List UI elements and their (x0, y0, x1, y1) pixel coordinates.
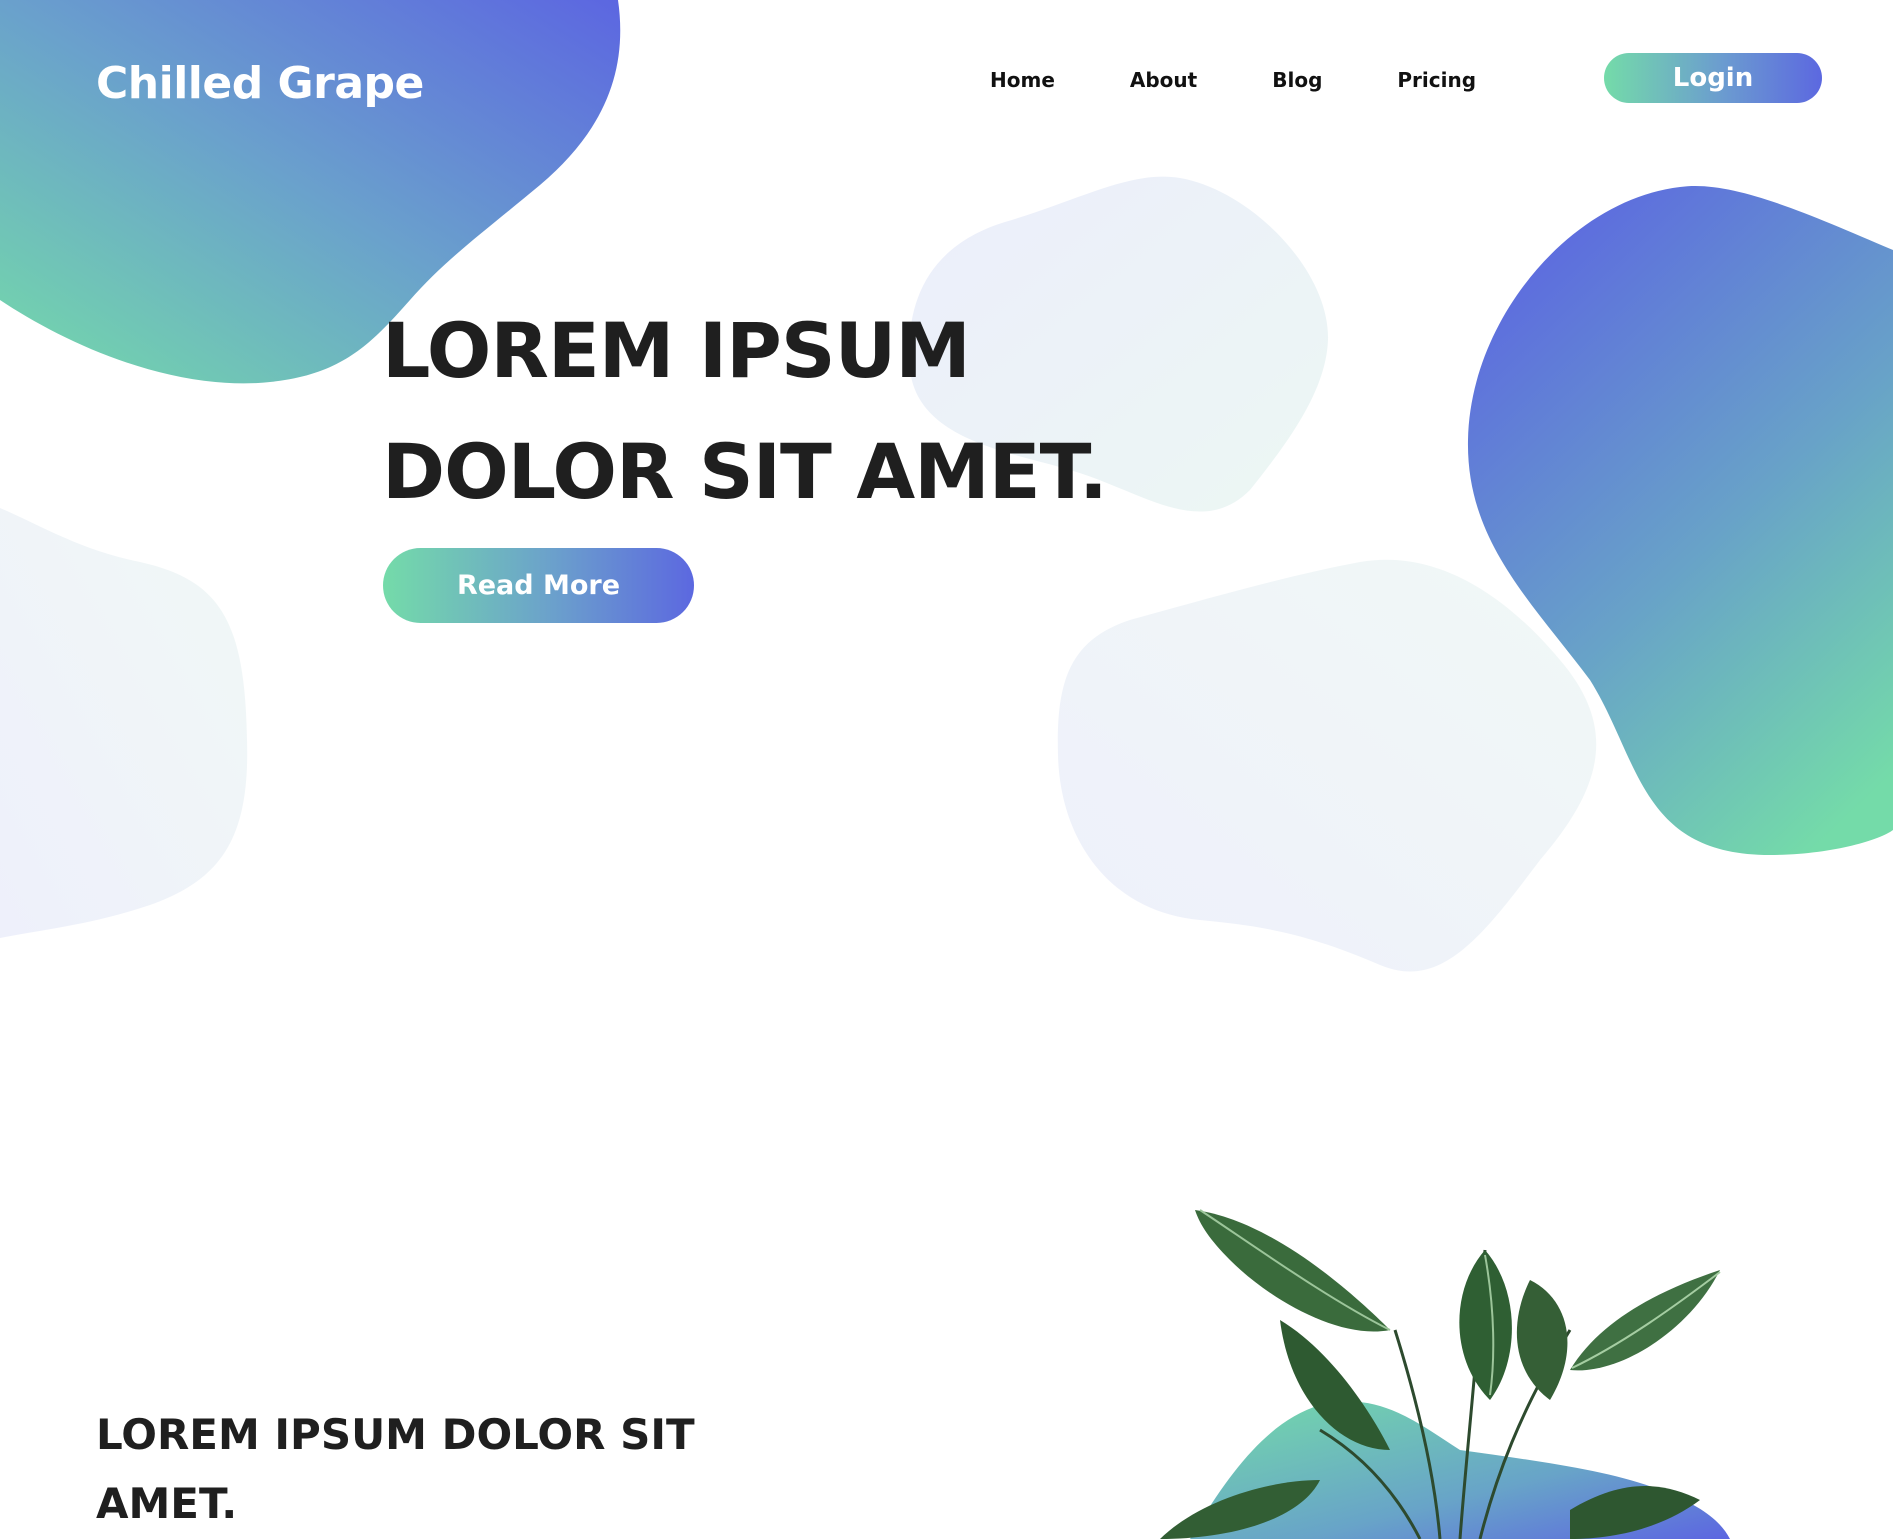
nav-home-link[interactable]: Home (990, 68, 1055, 92)
hero-heading: LOREM IPSUM DOLOR SIT AMET. (382, 290, 1108, 532)
blob-light-left (0, 508, 248, 938)
plant-image (1160, 1209, 1721, 1539)
read-more-button[interactable]: Read More (383, 548, 694, 623)
nav-blog-link[interactable]: Blog (1272, 68, 1322, 92)
login-button[interactable]: Login (1604, 53, 1822, 103)
nav-pricing-link[interactable]: Pricing (1397, 68, 1476, 92)
nav-about-link[interactable]: About (1130, 68, 1197, 92)
section-heading: LOREM IPSUM DOLOR SIT AMET. (96, 1410, 695, 1528)
blob-light-middle (1057, 559, 1597, 972)
brand-logo[interactable]: Chilled Grape (96, 58, 424, 109)
hero-heading-line-1: LOREM IPSUM (382, 306, 971, 395)
main-nav: Home About Blog Pricing (990, 68, 1551, 92)
hero-heading-line-2: DOLOR SIT AMET. (382, 427, 1108, 516)
